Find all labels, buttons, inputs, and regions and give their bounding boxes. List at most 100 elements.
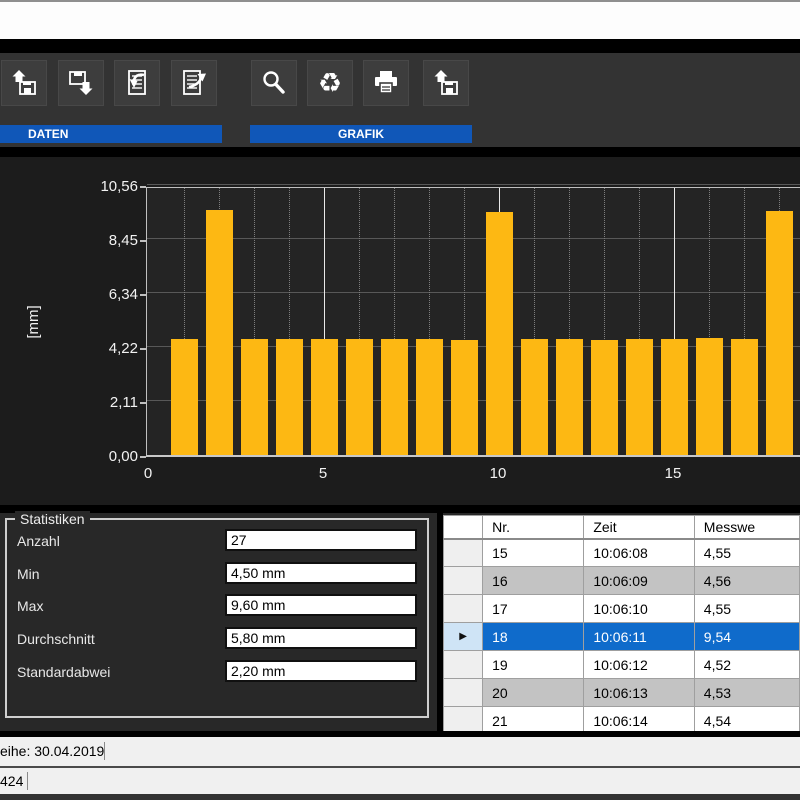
measurement-bar[interactable] [346,339,373,455]
cell-nr[interactable]: 20 [483,679,584,707]
cell-messwert[interactable]: 4,53 [694,679,799,707]
measurement-bar[interactable] [556,339,583,455]
measure-series-date-text: eihe: 30.04.2019 [0,743,104,759]
statusbar-divider [104,742,105,760]
durchschnitt-label: Durchschnitt [17,631,95,647]
cell-nr[interactable]: 18 [483,623,584,651]
cell-nr[interactable]: 17 [483,595,584,623]
cell-zeit[interactable]: 10:06:09 [584,567,694,595]
standardabweichung-field[interactable] [225,660,417,682]
y-tick-label: 4,22 [88,340,138,357]
counter-text: 424 [0,773,23,789]
measurement-bar[interactable] [591,340,618,455]
y-tick-label: 0,00 [88,448,138,465]
cell-zeit[interactable]: 10:06:10 [584,595,694,623]
row-selector-cell[interactable] [444,567,483,595]
refresh-button[interactable]: ♻ [307,60,353,106]
min-field[interactable] [225,562,417,584]
cell-messwert[interactable]: 9,54 [694,623,799,651]
cell-nr[interactable]: 21 [483,707,584,732]
cell-nr[interactable]: 19 [483,651,584,679]
cell-zeit[interactable]: 10:06:08 [584,539,694,567]
chart-panel: [mm] 10,56 8,45 6,34 4,22 2,11 0,00 0510… [0,157,800,505]
row-selector-cell[interactable] [444,679,483,707]
y-tick-label: 10,56 [88,178,138,195]
save-graphic-button[interactable] [423,60,469,106]
cell-nr[interactable]: 16 [483,567,584,595]
refresh-recycle-icon: ♻ [318,70,342,97]
load-data-button[interactable] [1,60,47,106]
statistics-panel: Statistiken Anzahl Min Max Durchschnitt … [0,513,437,731]
row-selector-cell[interactable]: ▶ [444,623,483,651]
max-field[interactable] [225,594,417,616]
column-header-nr[interactable]: Nr. [483,516,584,539]
measurement-bar[interactable] [731,339,758,455]
measurement-bar[interactable] [696,338,723,455]
statusbar-divider [27,772,28,790]
measurement-bar[interactable] [521,339,548,455]
toolbar-group-label-grafik: GRAFIK [250,125,472,143]
cell-zeit[interactable]: 10:06:13 [584,679,694,707]
x-tick-label: 10 [486,465,510,482]
measurement-bar[interactable] [206,210,233,455]
table-row[interactable]: 1510:06:084,55 [444,539,800,567]
table-row[interactable]: ▶1810:06:119,54 [444,623,800,651]
measurement-bar[interactable] [451,340,478,455]
y-tick-label: 6,34 [88,286,138,303]
load-data-floppy-up-icon [9,68,39,98]
cell-messwert[interactable]: 4,56 [694,567,799,595]
bar-chart-plot-area[interactable] [146,187,800,457]
cell-messwert[interactable]: 4,52 [694,651,799,679]
table-row[interactable]: 1610:06:094,56 [444,567,800,595]
cell-messwert[interactable]: 4,55 [694,539,799,567]
zoom-magnifier-icon [259,68,289,98]
save-data-floppy-down-icon [66,68,96,98]
y-tick-label: 8,45 [88,232,138,249]
row-selector-cell[interactable] [444,707,483,732]
column-header-messwert[interactable]: Messwe [694,516,799,539]
measurement-bar[interactable] [171,339,198,455]
measurement-bar[interactable] [766,211,793,455]
statusbar-measure-series: eihe: 30.04.2019 [0,737,800,766]
measurement-bar[interactable] [381,339,408,455]
row-selector-cell[interactable] [444,595,483,623]
h-gridline [147,238,800,239]
cell-nr[interactable]: 15 [483,539,584,567]
anzahl-field[interactable] [225,529,417,551]
measurement-bar[interactable] [241,339,268,455]
h-gridline [147,184,800,185]
window-bottom-border [0,794,800,800]
durchschnitt-field[interactable] [225,627,417,649]
import-report-icon [122,68,152,98]
x-tick-label: 5 [311,465,335,482]
measurement-table[interactable]: Nr. Zeit Messwe 1510:06:084,551610:06:09… [443,515,800,731]
table-row[interactable]: 1710:06:104,55 [444,595,800,623]
measurement-bar[interactable] [276,339,303,455]
column-header-zeit[interactable]: Zeit [584,516,694,539]
print-button[interactable] [363,60,409,106]
toolbar: ♻ DATEN [0,53,800,147]
measurement-bar[interactable] [626,339,653,455]
row-selector-cell[interactable] [444,539,483,567]
row-selector-header[interactable] [444,516,483,539]
export-report-button[interactable] [171,60,217,106]
table-row[interactable]: 1910:06:124,52 [444,651,800,679]
measurement-bar[interactable] [311,339,338,455]
measurement-bar[interactable] [661,339,688,455]
zoom-button[interactable] [251,60,297,106]
cell-messwert[interactable]: 4,54 [694,707,799,732]
table-row[interactable]: 2110:06:144,54 [444,707,800,732]
cell-messwert[interactable]: 4,55 [694,595,799,623]
row-selector-cell[interactable] [444,651,483,679]
measurement-bar[interactable] [416,339,443,455]
measurement-bar[interactable] [486,212,513,455]
max-label: Max [17,598,43,614]
table-row[interactable]: 2010:06:134,53 [444,679,800,707]
cell-zeit[interactable]: 10:06:11 [584,623,694,651]
cell-zeit[interactable]: 10:06:12 [584,651,694,679]
cell-zeit[interactable]: 10:06:14 [584,707,694,732]
save-data-button[interactable] [58,60,104,106]
statusbar-counter: 424 [0,768,800,794]
import-report-button[interactable] [114,60,160,106]
min-label: Min [17,566,40,582]
